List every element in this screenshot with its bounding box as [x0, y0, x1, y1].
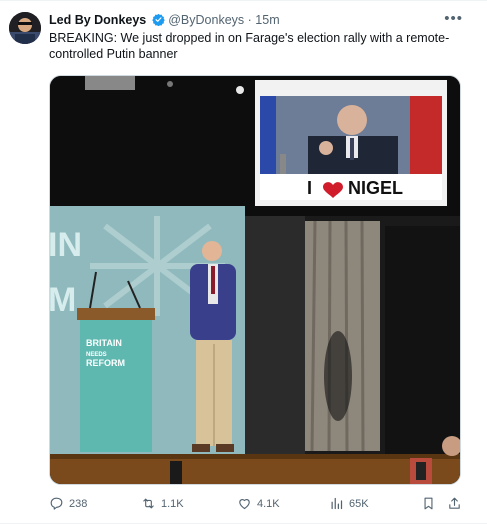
author-name[interactable]: Led By Donkeys [49, 13, 146, 27]
bookmark-button[interactable] [421, 496, 436, 511]
verified-badge-icon [151, 13, 165, 30]
views-button[interactable]: 65K [329, 496, 369, 511]
tweet-header: Led By Donkeys @ByDonkeys · 15m [49, 12, 280, 30]
heart-outline-icon [239, 499, 250, 510]
share-icon [449, 497, 460, 509]
view-count: 65K [349, 497, 369, 510]
repost-button[interactable]: 1.1K [141, 496, 184, 511]
tweet-image[interactable]: I NIGEL IN M BRITAIN NEEDS REFORM [49, 75, 461, 485]
like-button[interactable]: 4.1K [237, 496, 280, 511]
backdrop-text-1: IN [50, 226, 82, 264]
author-handle[interactable]: @ByDonkeys [168, 13, 244, 27]
banner-text-nigel: NIGEL [348, 178, 403, 198]
more-options-icon[interactable]: ••• [444, 10, 463, 27]
reply-button[interactable]: 238 [49, 496, 87, 511]
views-bar-chart-icon [331, 497, 343, 510]
action-bar: 238 1.1K 4.1K 65K [49, 496, 469, 514]
rally-photo: I NIGEL IN M BRITAIN NEEDS REFORM [50, 76, 460, 484]
tweet-text: BREAKING: We just dropped in on Farage's… [49, 31, 450, 61]
avatar[interactable] [9, 12, 41, 44]
separator-dot: · [247, 13, 252, 27]
backdrop-text-2: M [50, 281, 76, 319]
reply-icon [50, 497, 63, 510]
lectern-line-1: BRITAIN [86, 338, 122, 348]
avatar-image [9, 12, 41, 44]
timestamp[interactable]: 15m [255, 13, 279, 27]
banner-text-i: I [307, 178, 312, 198]
reply-count: 238 [69, 497, 88, 510]
repost-count: 1.1K [161, 497, 184, 510]
lectern-line-3: REFORM [86, 358, 125, 368]
like-count: 4.1K [257, 497, 280, 510]
share-button[interactable] [447, 496, 462, 511]
bookmark-icon [424, 497, 433, 510]
tweet-card[interactable]: Led By Donkeys @ByDonkeys · 15m ••• BREA… [0, 0, 487, 524]
divider-top [0, 0, 487, 1]
repost-icon [143, 498, 154, 509]
